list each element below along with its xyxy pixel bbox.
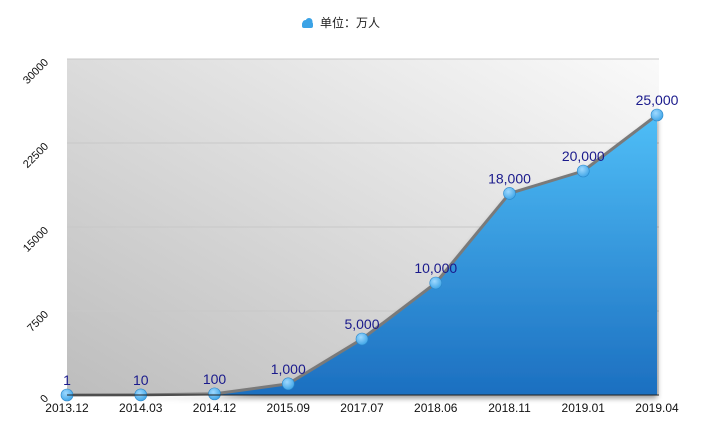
x-tick-label: 2019.01: [562, 401, 606, 415]
data-label: 20,000: [562, 148, 605, 164]
x-tick-label: 2014.12: [193, 401, 237, 415]
x-tick-label: 2018.11: [488, 401, 531, 415]
legend-label: 单位：万人: [320, 15, 380, 30]
legend: 单位：万人: [302, 15, 380, 30]
data-label: 1: [63, 372, 71, 388]
y-tick-label: 15000: [21, 225, 51, 255]
data-label: 10: [133, 372, 149, 388]
y-tick-label: 30000: [21, 57, 51, 87]
data-label: 100: [203, 371, 227, 387]
y-tick-label: 22500: [21, 141, 51, 171]
x-tick-label: 2014.03: [119, 401, 163, 415]
x-tick-label: 2019.04: [635, 401, 679, 415]
data-label: 1,000: [271, 361, 306, 377]
y-tick-label: 7500: [25, 309, 51, 335]
x-tick-label: 2015.09: [267, 401, 311, 415]
chart-root: 单位：万人 1 10 100 1,000 5,000 10,000 18,000 20,000…: [0, 0, 703, 436]
y-axis: 07500150002250030000: [21, 57, 51, 406]
data-point[interactable]: [429, 276, 443, 290]
data-point[interactable]: [281, 377, 295, 391]
data-label: 25,000: [636, 92, 679, 108]
data-point[interactable]: [208, 387, 221, 401]
data-label: 10,000: [414, 260, 457, 276]
x-tick-label: 2017.07: [340, 401, 384, 415]
data-point[interactable]: [576, 164, 590, 178]
data-label: 18,000: [488, 170, 531, 186]
data-point[interactable]: [650, 108, 664, 122]
x-tick-label: 2013.12: [45, 401, 89, 415]
data-point[interactable]: [355, 332, 369, 346]
area-chart: 单位：万人 1 10 100 1,000 5,000 10,000 18,000 20,000…: [21, 15, 679, 415]
data-point[interactable]: [503, 187, 516, 200]
x-tick-label: 2018.06: [414, 401, 458, 415]
cloud-icon: [302, 18, 313, 28]
data-label: 5,000: [344, 316, 379, 332]
